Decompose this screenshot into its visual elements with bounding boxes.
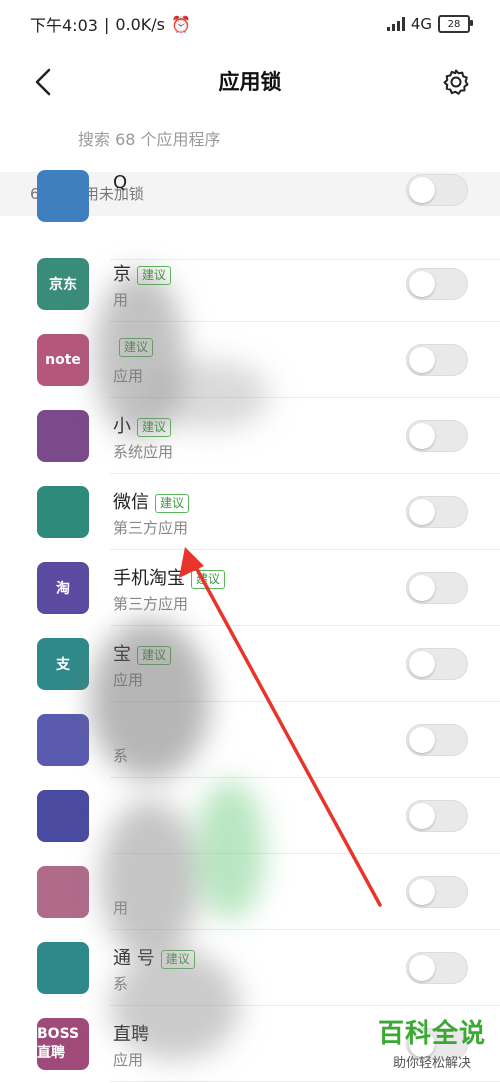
- app-name-text: 微信: [113, 492, 149, 513]
- app-row[interactable]: 微信 建议第三方应用: [0, 474, 500, 550]
- app-subtitle: 第三方应用: [113, 595, 189, 613]
- app-row[interactable]: [0, 778, 500, 854]
- lock-toggle[interactable]: [406, 876, 468, 908]
- alarm-icon: ⏰: [171, 14, 191, 34]
- app-name: 微信 建议: [113, 488, 190, 514]
- app-name: 宝建议: [113, 640, 172, 666]
- app-bar: 应用锁: [0, 52, 500, 112]
- app-row[interactable]: 小建议系统应用: [0, 398, 500, 474]
- toggle-knob: [409, 727, 435, 753]
- app-subtitle: 用: [113, 899, 129, 917]
- app-name-text: 小: [113, 416, 131, 437]
- app-name-text: Q: [113, 172, 128, 193]
- app-icon: note: [37, 334, 89, 386]
- app-row[interactable]: 用: [0, 854, 500, 930]
- lock-toggle[interactable]: [406, 174, 468, 206]
- app-icon: [37, 942, 89, 994]
- app-icon: [37, 866, 89, 918]
- app-row[interactable]: 京东京建议用: [0, 246, 500, 322]
- app-icon: 支: [37, 638, 89, 690]
- app-icon: 京东: [37, 258, 89, 310]
- app-subtitle: 系统应用: [113, 443, 174, 461]
- lock-toggle[interactable]: [406, 572, 468, 604]
- recommend-badge: 建议: [119, 337, 154, 357]
- app-row[interactable]: 淘手机淘宝 建议 第三方应用: [0, 550, 500, 626]
- status-time: 下午4:03: [30, 16, 98, 35]
- app-name-text: 京: [113, 264, 131, 285]
- app-icon: [37, 170, 89, 222]
- lock-toggle[interactable]: [406, 344, 468, 376]
- app-icon: [37, 410, 89, 462]
- app-name: 小建议: [113, 412, 172, 438]
- watermark-main: 百科全说: [377, 1019, 486, 1049]
- toggle-knob: [409, 879, 435, 905]
- recommend-badge: 建议: [160, 949, 195, 969]
- app-row[interactable]: note 建议应用: [0, 322, 500, 398]
- app-subtitle: 应用: [113, 671, 144, 689]
- toggle-knob: [409, 803, 435, 829]
- row-divider: [110, 1081, 500, 1082]
- lock-toggle[interactable]: [406, 724, 468, 756]
- lock-toggle[interactable]: [406, 648, 468, 680]
- lock-toggle[interactable]: [406, 800, 468, 832]
- recommend-badge: 建议: [137, 417, 172, 437]
- app-row[interactable]: 通 号建议系: [0, 930, 500, 1006]
- app-subtitle: 应用: [113, 367, 144, 385]
- status-right: 4G 28: [386, 15, 473, 33]
- app-subtitle: 系: [113, 975, 129, 993]
- app-name-text: 直聘: [113, 1024, 149, 1045]
- app-row[interactable]: 支宝建议 应用: [0, 626, 500, 702]
- signal-icon: [386, 17, 405, 31]
- app-icon: 淘: [37, 562, 89, 614]
- app-subtitle: 系: [113, 747, 129, 765]
- app-name-text: 通 号: [113, 948, 155, 969]
- status-bar: 下午4:03 | 0.0K/s ⏰ 4G 28: [0, 0, 500, 48]
- toggle-knob: [409, 177, 435, 203]
- app-subtitle: 用: [113, 291, 129, 309]
- app-name: Q: [113, 172, 127, 193]
- app-name: 手机淘宝 建议: [113, 564, 226, 590]
- page-title: 应用锁: [218, 70, 282, 94]
- recommend-badge: 建议: [155, 493, 190, 513]
- lock-toggle[interactable]: [406, 268, 468, 300]
- app-icon: [37, 486, 89, 538]
- app-name: 通 号建议: [113, 944, 195, 970]
- recommend-badge: 建议: [137, 265, 172, 285]
- toggle-knob: [409, 499, 435, 525]
- status-speed: 0.0K/s: [115, 14, 165, 34]
- search-input[interactable]: 搜索 68 个应用程序: [78, 126, 221, 150]
- status-left: 下午4:03 | 0.0K/s ⏰: [30, 12, 191, 36]
- watermark-sub: 助你轻松解决: [392, 1056, 471, 1071]
- status-separator: |: [103, 14, 110, 34]
- app-name: 京建议: [113, 260, 172, 286]
- battery-icon: 28: [438, 15, 473, 33]
- toggle-knob: [409, 423, 435, 449]
- app-icon: [37, 714, 89, 766]
- app-icon: [37, 790, 89, 842]
- app-name: 建议: [113, 336, 154, 357]
- app-name: 直聘: [113, 1020, 149, 1046]
- app-row[interactable]: 系: [0, 702, 500, 778]
- recommend-badge: 建议: [191, 569, 226, 589]
- toggle-knob: [409, 347, 435, 373]
- lock-toggle[interactable]: [406, 496, 468, 528]
- recommend-badge: 建议: [137, 645, 172, 665]
- gear-icon[interactable]: [438, 64, 474, 100]
- toggle-knob: [409, 955, 435, 981]
- lock-toggle[interactable]: [406, 420, 468, 452]
- app-name-text: 手机淘宝: [113, 568, 185, 589]
- status-network: 4G: [410, 15, 432, 33]
- toggle-knob: [409, 575, 435, 601]
- toggle-knob: [409, 651, 435, 677]
- watermark: 百科全说 助你轻松解决: [378, 1013, 486, 1071]
- lock-toggle[interactable]: [406, 952, 468, 984]
- app-icon: BOSS直聘: [37, 1018, 89, 1070]
- app-subtitle: 应用: [113, 1051, 144, 1069]
- toggle-knob: [409, 271, 435, 297]
- app-name-text: 宝: [113, 644, 131, 665]
- app-subtitle: 第三方应用: [113, 519, 189, 537]
- battery-level: 28: [447, 18, 461, 30]
